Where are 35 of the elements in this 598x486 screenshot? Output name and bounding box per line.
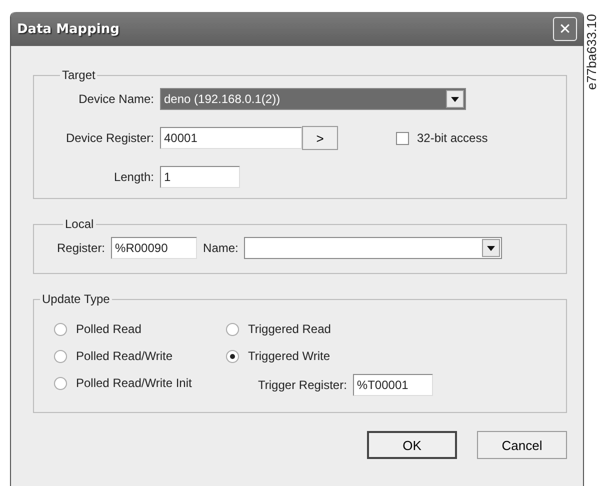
field-label: Length: xyxy=(112,170,154,184)
figure-id: e77ba633.10 xyxy=(585,14,598,90)
group-legend: Target xyxy=(60,68,98,82)
name-dropdown[interactable] xyxy=(244,237,502,259)
radio-button[interactable] xyxy=(54,322,67,336)
radio-label: Polled Read xyxy=(76,322,142,336)
field-label: Register: xyxy=(57,241,106,255)
caret-icon xyxy=(451,96,459,102)
device-name-dropdown[interactable]: deno (192.168.0.1(2)) xyxy=(160,88,466,110)
input-field[interactable]: 1 xyxy=(160,166,240,188)
group-legend: Update Type xyxy=(40,292,112,306)
field-label: Device Name: xyxy=(78,92,154,106)
checkbox[interactable] xyxy=(396,132,409,144)
checkbox-label: 32-bit access xyxy=(417,131,488,145)
caret-icon xyxy=(487,246,496,250)
radio-label: Triggered Write xyxy=(248,349,330,363)
radio-label: Polled Read/Write Init xyxy=(76,376,192,390)
group-legend: Local xyxy=(63,217,96,231)
field-label: Name: xyxy=(203,241,238,255)
radio-label: Triggered Read xyxy=(248,322,331,336)
input-field[interactable]: 40001 xyxy=(160,127,302,149)
cancel-button[interactable]: Cancel xyxy=(477,431,567,459)
window-title: Data Mapping xyxy=(17,22,120,36)
close-button[interactable]: ✕ xyxy=(553,17,577,41)
radio-button[interactable] xyxy=(226,322,239,336)
radio-button[interactable] xyxy=(54,350,67,362)
radio-button[interactable] xyxy=(54,376,67,390)
browse-button[interactable]: > xyxy=(302,126,338,150)
input-field[interactable]: %T00001 xyxy=(352,374,433,396)
radio-button[interactable] xyxy=(226,350,239,362)
ok-button[interactable]: OK xyxy=(367,431,457,459)
input-field[interactable]: %R00090 xyxy=(111,237,198,259)
field-label: Trigger Register: xyxy=(258,378,347,392)
field-label: Device Register: xyxy=(64,131,154,145)
radio-label: Polled Read/Write xyxy=(76,349,172,363)
